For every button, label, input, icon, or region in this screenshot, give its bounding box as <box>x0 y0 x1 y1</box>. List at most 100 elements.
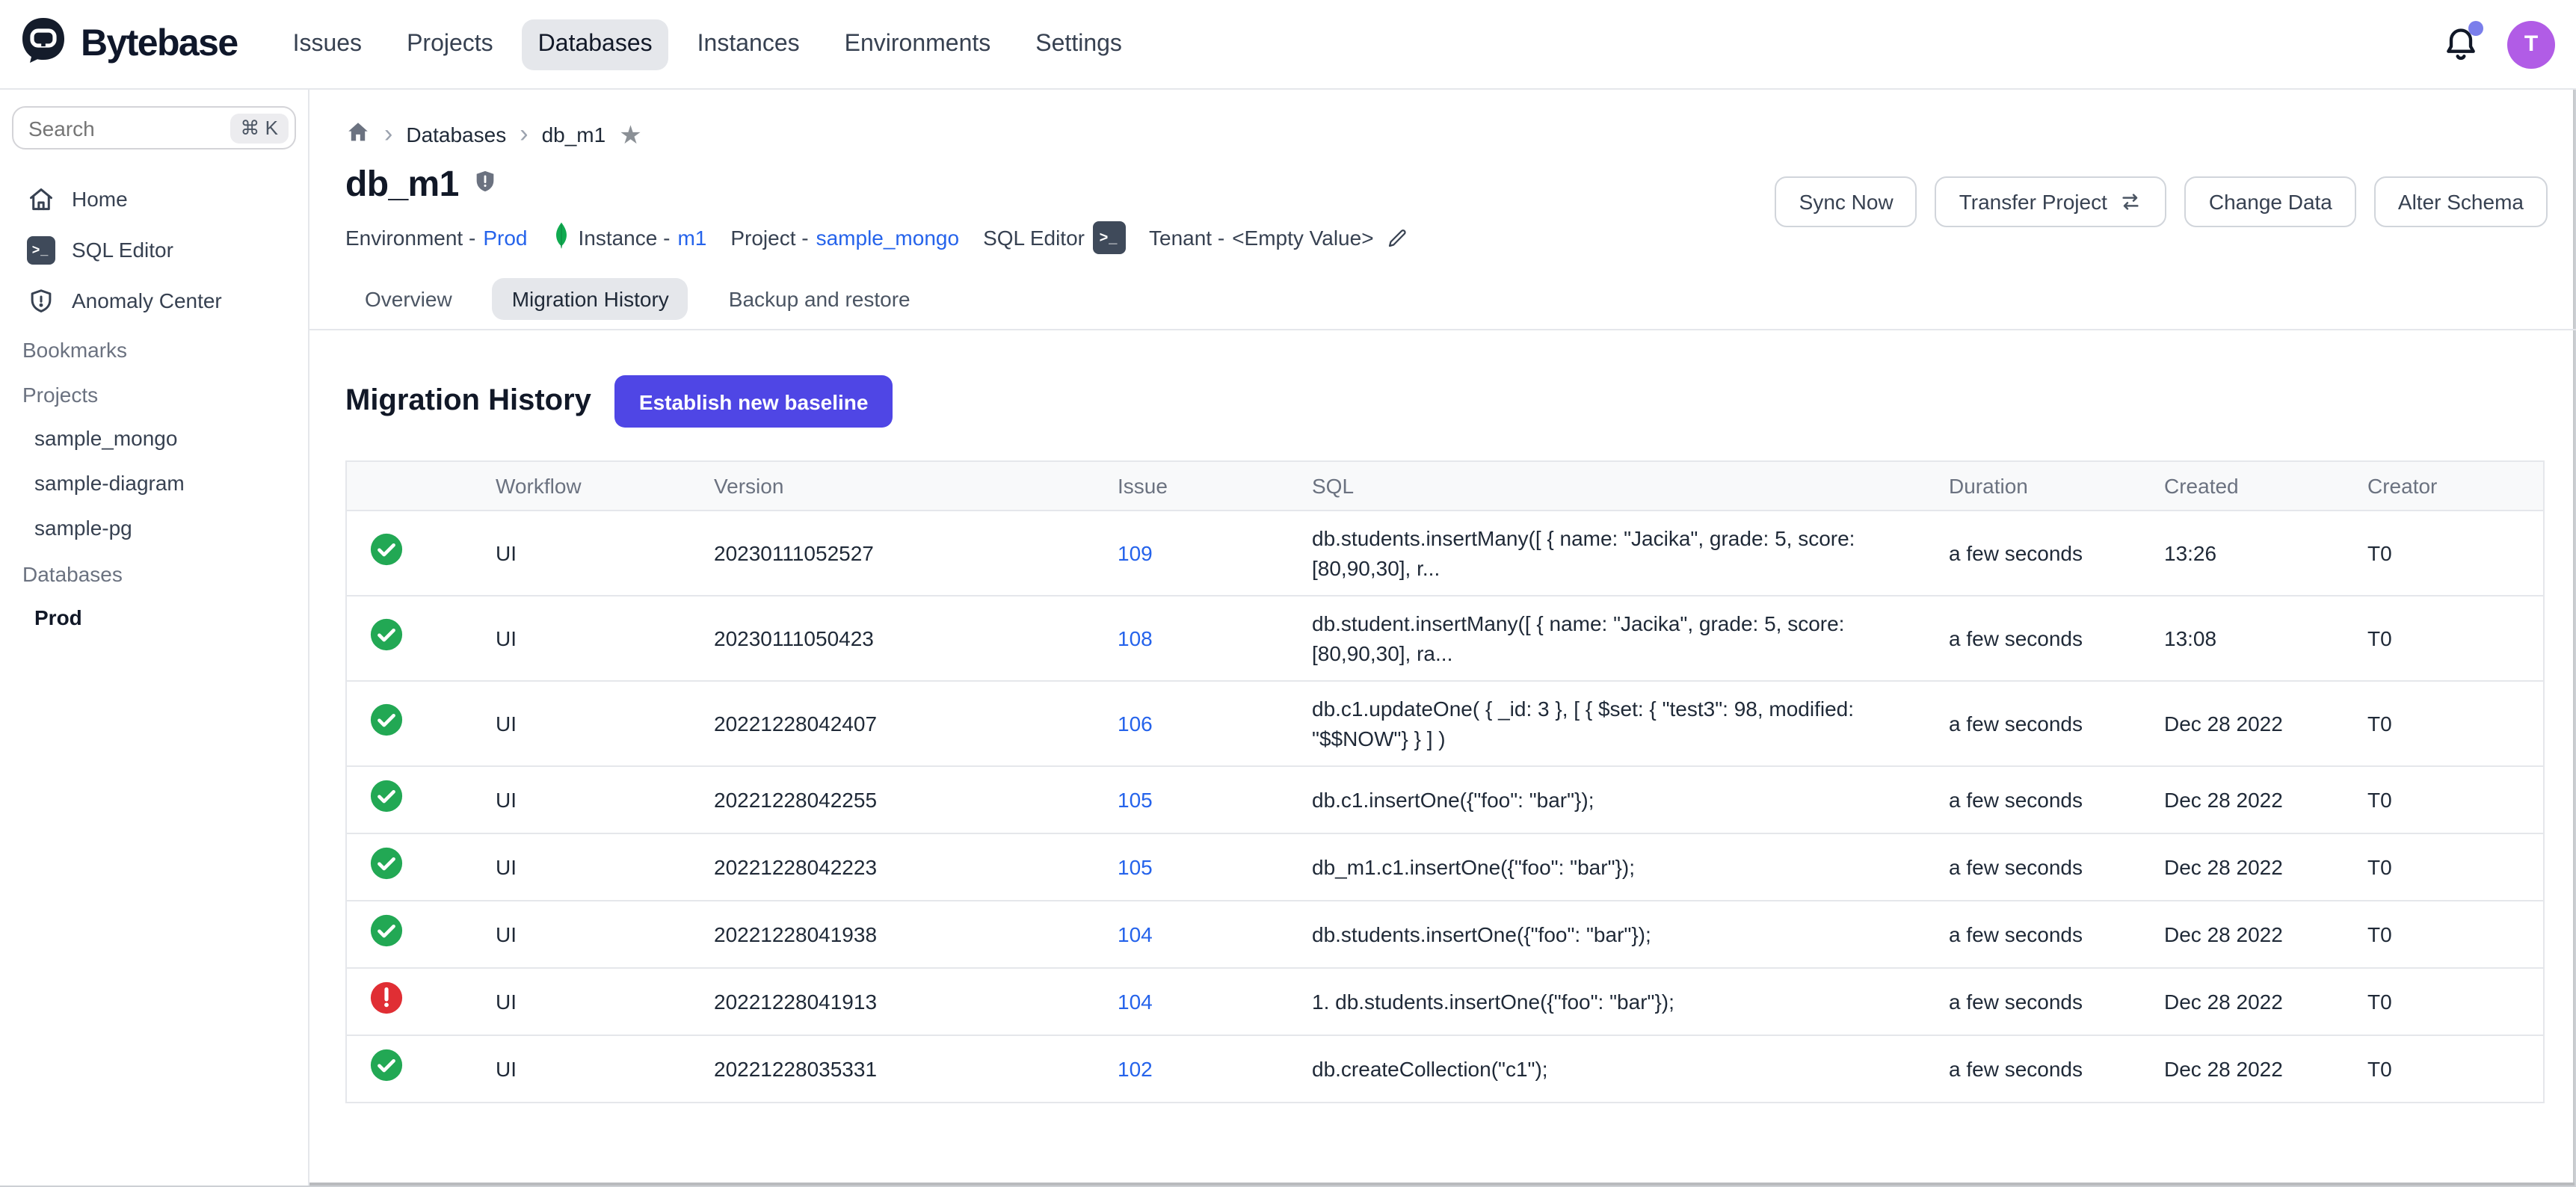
duration-cell: a few seconds <box>1925 968 2140 1035</box>
col-created: Created <box>2140 461 2344 511</box>
sql-cell: db.c1.updateOne( { _id: 3 }, [ { $set: {… <box>1288 681 1925 766</box>
table-row[interactable]: UI 20221228041913 104 1. db.students.ins… <box>346 968 2544 1035</box>
version-cell: 20230111052527 <box>690 511 1094 596</box>
duration-cell: a few seconds <box>1925 901 2140 968</box>
created-cell: Dec 28 2022 <box>2140 681 2344 766</box>
transfer-arrows-icon <box>2119 190 2143 214</box>
sql-cell: 1. db.students.insertOne({"foo": "bar"})… <box>1288 968 1925 1035</box>
nav-item-settings[interactable]: Settings <box>1019 19 1138 70</box>
breadcrumb-db-m1[interactable]: db_m1 <box>542 123 606 147</box>
issue-cell: 105 <box>1094 833 1288 901</box>
issue-link[interactable]: 102 <box>1118 1057 1153 1081</box>
col-version: Version <box>690 461 1094 511</box>
sync-now-button[interactable]: Sync Now <box>1775 176 1917 227</box>
nav-item-instances[interactable]: Instances <box>681 19 816 70</box>
issue-link[interactable]: 105 <box>1118 788 1153 812</box>
issue-link[interactable]: 108 <box>1118 626 1153 650</box>
workflow-cell: UI <box>472 766 690 833</box>
sidebar-section-databases: Databases <box>0 550 308 595</box>
creator-cell: T0 <box>2344 901 2544 968</box>
workflow-cell: UI <box>472 681 690 766</box>
environment-link[interactable]: Prod <box>483 226 527 250</box>
table-row[interactable]: UI 20221228035331 102 db.createCollectio… <box>346 1035 2544 1103</box>
terminal-icon: >_ <box>25 235 55 265</box>
table-row[interactable]: UI 20221228042223 105 db_m1.c1.insertOne… <box>346 833 2544 901</box>
issue-link[interactable]: 105 <box>1118 855 1153 879</box>
table-header-row: Workflow Version Issue SQL Duration Crea… <box>346 461 2544 511</box>
breadcrumb-separator: › <box>520 120 528 146</box>
sidebar-item-sql-editor[interactable]: >_ SQL Editor <box>0 224 308 275</box>
sidebar-item-label: Home <box>72 187 128 211</box>
change-data-button[interactable]: Change Data <box>2185 176 2356 227</box>
version-cell: 20230111050423 <box>690 596 1094 681</box>
transfer-project-button[interactable]: Transfer Project <box>1935 176 2167 227</box>
issue-link[interactable]: 104 <box>1118 922 1153 946</box>
issue-cell: 108 <box>1094 596 1288 681</box>
duration-cell: a few seconds <box>1925 766 2140 833</box>
sql-cell: db.student.insertMany([ { name: "Jacika"… <box>1288 596 1925 681</box>
sql-editor-label: SQL Editor <box>983 226 1085 250</box>
nav-item-databases[interactable]: Databases <box>522 19 669 70</box>
col-duration: Duration <box>1925 461 2140 511</box>
version-cell: 20221228041938 <box>690 901 1094 968</box>
sidebar-database-prod[interactable]: Prod <box>0 595 308 640</box>
tab-migration-history[interactable]: Migration History <box>493 278 688 320</box>
nav-item-projects[interactable]: Projects <box>390 19 510 70</box>
sidebar-project-sample-mongo[interactable]: sample_mongo <box>0 416 308 460</box>
workflow-cell: UI <box>472 968 690 1035</box>
table-row[interactable]: UI 20221228041938 104 db.students.insert… <box>346 901 2544 968</box>
col-workflow: Workflow <box>472 461 690 511</box>
edit-tenant-pencil-icon[interactable] <box>1386 226 1408 249</box>
project-link[interactable]: sample_mongo <box>816 226 959 250</box>
tenant-label: Tenant - <box>1149 226 1224 250</box>
issue-link[interactable]: 104 <box>1118 990 1153 1014</box>
version-cell: 20221228042223 <box>690 833 1094 901</box>
establish-baseline-button[interactable]: Establish new baseline <box>615 375 893 428</box>
status-icon <box>369 1048 404 1082</box>
status-icon <box>369 981 404 1015</box>
created-cell: Dec 28 2022 <box>2140 968 2344 1035</box>
search-field[interactable] <box>28 116 229 140</box>
search-input[interactable]: ⌘ K <box>12 106 296 149</box>
sql-editor-shortcut[interactable]: SQL Editor >_ <box>983 221 1125 254</box>
sidebar-section-projects: Projects <box>0 371 308 416</box>
notification-bell-icon[interactable] <box>2441 25 2480 64</box>
migration-table-body: UI 20230111052527 109 db.students.insert… <box>346 511 2544 1103</box>
table-row[interactable]: UI 20221228042407 106 db.c1.updateOne( {… <box>346 681 2544 766</box>
sidebar-project-sample-pg[interactable]: sample-pg <box>0 505 308 550</box>
tab-overview[interactable]: Overview <box>345 278 472 320</box>
breadcrumb-databases[interactable]: Databases <box>406 123 506 147</box>
workflow-cell: UI <box>472 596 690 681</box>
col-sql: SQL <box>1288 461 1925 511</box>
nav-item-environments[interactable]: Environments <box>828 19 1008 70</box>
status-icon <box>369 532 404 567</box>
issue-cell: 104 <box>1094 968 1288 1035</box>
created-cell: 13:26 <box>2140 511 2344 596</box>
tab-backup-and-restore[interactable]: Backup and restore <box>709 278 930 320</box>
sidebar-item-anomaly-center[interactable]: Anomaly Center <box>0 275 308 326</box>
bytebase-logo[interactable]: Bytebase <box>18 15 238 73</box>
alter-schema-button[interactable]: Alter Schema <box>2374 176 2548 227</box>
issue-link[interactable]: 109 <box>1118 541 1153 565</box>
table-row[interactable]: UI 20230111052527 109 db.students.insert… <box>346 511 2544 596</box>
breadcrumb: › Databases › db_m1 ★ <box>309 90 2576 149</box>
nav-item-issues[interactable]: Issues <box>277 19 379 70</box>
status-icon <box>369 779 404 813</box>
created-cell: Dec 28 2022 <box>2140 766 2344 833</box>
sql-cell: db.students.insertOne({"foo": "bar"}); <box>1288 901 1925 968</box>
issue-link[interactable]: 106 <box>1118 712 1153 736</box>
instance-link[interactable]: m1 <box>677 226 706 250</box>
table-row[interactable]: UI 20230111050423 108 db.student.insertM… <box>346 596 2544 681</box>
sidebar-project-sample-diagram[interactable]: sample-diagram <box>0 460 308 505</box>
creator-cell: T0 <box>2344 766 2544 833</box>
version-cell: 20221228035331 <box>690 1035 1094 1103</box>
issue-cell: 105 <box>1094 766 1288 833</box>
table-row[interactable]: UI 20221228042255 105 db.c1.insertOne({"… <box>346 766 2544 833</box>
col-creator: Creator <box>2344 461 2544 511</box>
created-cell: Dec 28 2022 <box>2140 833 2344 901</box>
favorite-star-icon[interactable]: ★ <box>619 122 642 147</box>
brand-name: Bytebase <box>81 22 238 66</box>
sidebar-item-home[interactable]: Home <box>0 173 308 224</box>
breadcrumb-home-icon[interactable] <box>345 120 371 149</box>
avatar[interactable]: T <box>2507 20 2555 68</box>
